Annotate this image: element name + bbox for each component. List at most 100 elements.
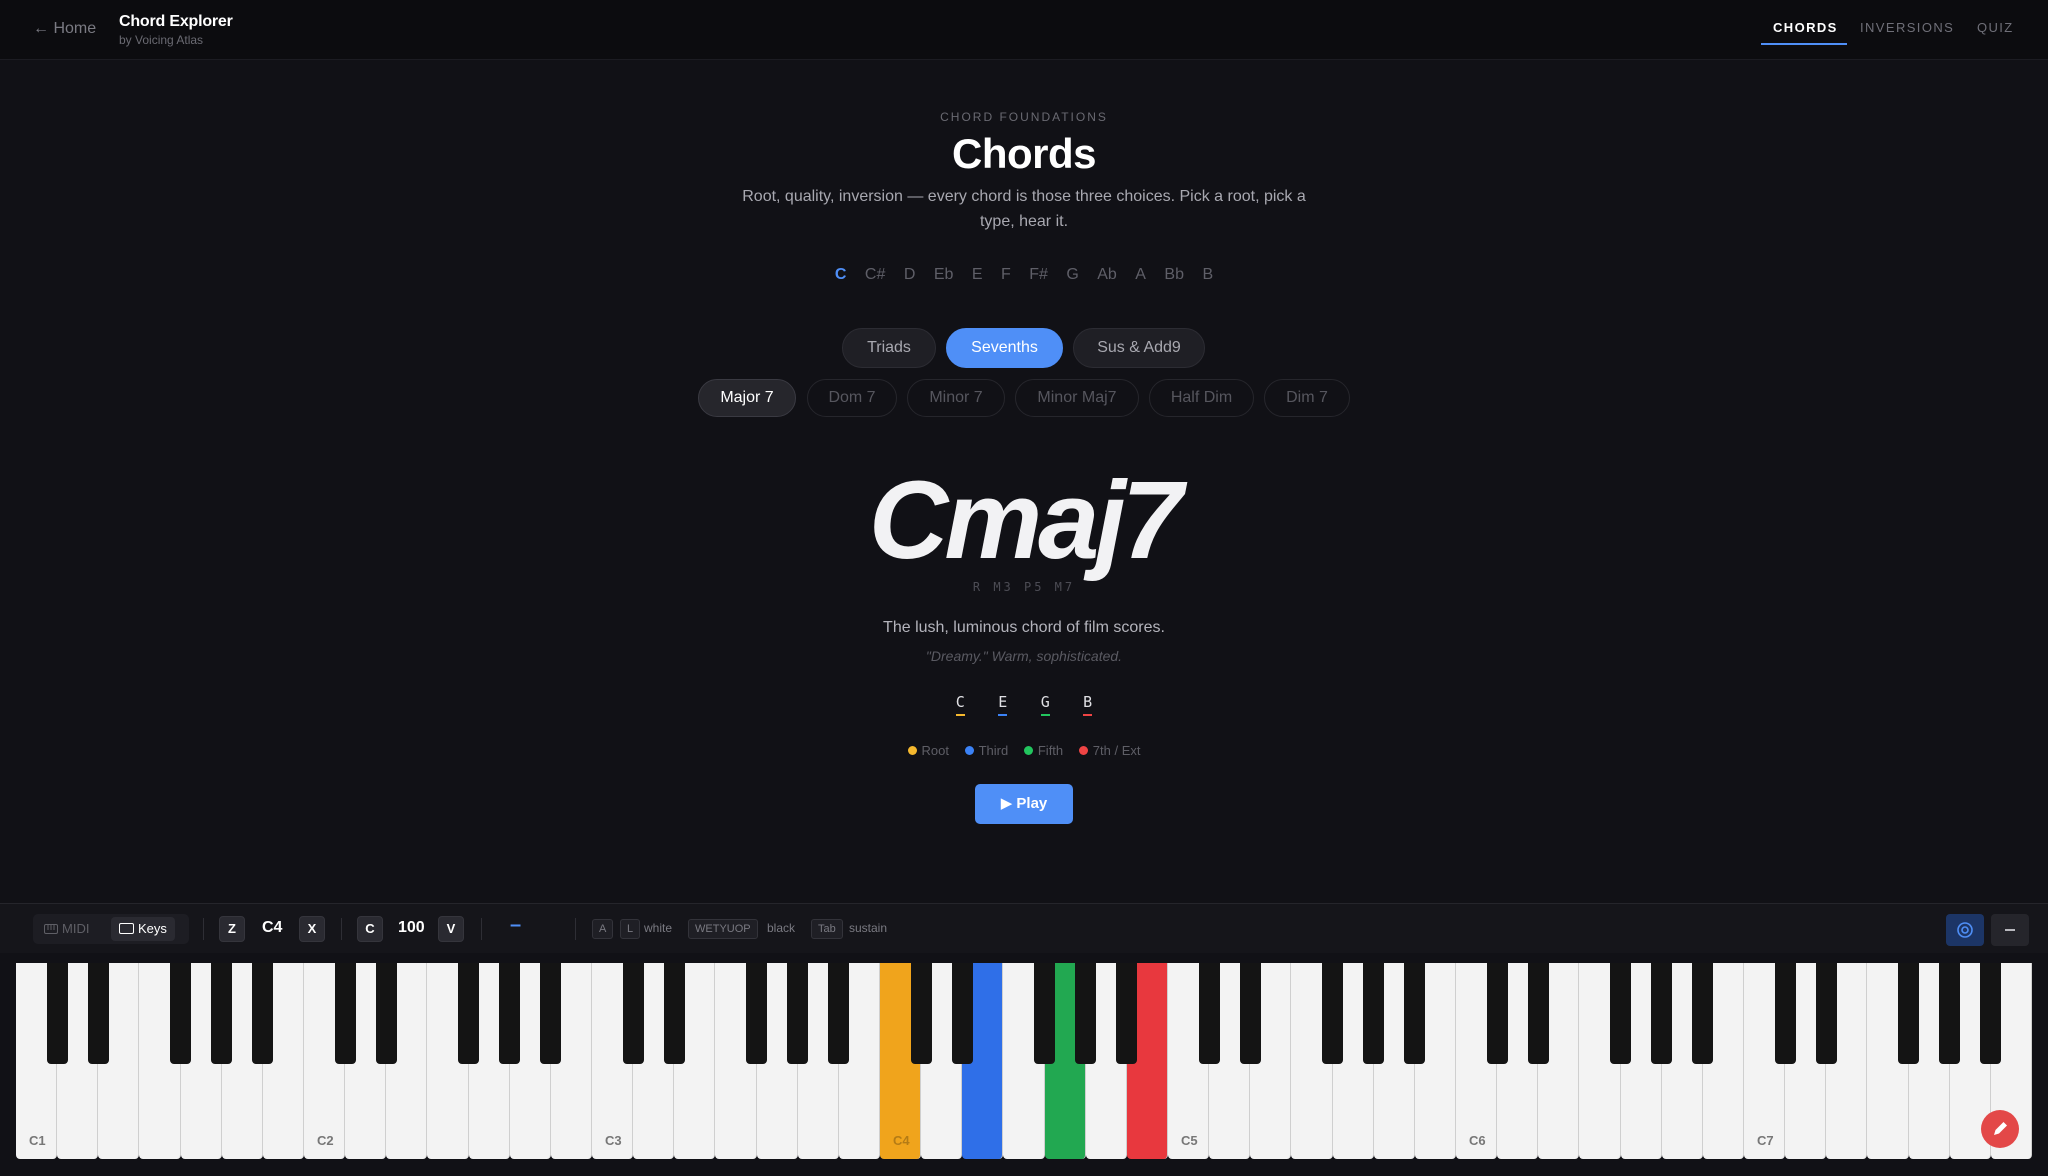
root-a[interactable]: A	[1135, 266, 1146, 284]
fifth-dot-icon	[1023, 746, 1033, 755]
root-b-flat[interactable]: Bb	[1164, 266, 1184, 284]
type-half-dim[interactable]: Half Dim	[1149, 379, 1254, 417]
black-key-c-sharp4[interactable]	[910, 963, 932, 1064]
type-minor-maj7[interactable]: Minor Maj7	[1015, 379, 1139, 417]
black-key-a-sharp3[interactable]	[828, 963, 850, 1064]
black-key-g-sharp1[interactable]	[211, 963, 233, 1064]
tab-quiz[interactable]: QUIZ	[1977, 20, 2014, 35]
root-b[interactable]: B	[1202, 266, 1213, 284]
category-sus-add9[interactable]: Sus & Add9	[1073, 328, 1205, 368]
note-ext: B	[1069, 693, 1107, 716]
black-key-f-sharp6[interactable]	[1610, 963, 1632, 1064]
black-key-a-sharp7[interactable]	[1980, 963, 2002, 1064]
octave-up-button[interactable]: X	[299, 916, 325, 942]
black-key-d-sharp5[interactable]	[1239, 963, 1261, 1064]
black-key-f-sharp5[interactable]	[1322, 963, 1344, 1064]
type-minor-7[interactable]: Minor 7	[907, 379, 1005, 417]
black-key-f-sharp3[interactable]	[746, 963, 768, 1064]
hint-white-label: white	[644, 921, 673, 935]
root-e-flat[interactable]: Eb	[934, 266, 954, 284]
root-f-sharp[interactable]: F#	[1029, 266, 1048, 284]
black-key-g-sharp4[interactable]	[1075, 963, 1097, 1064]
black-key-c-sharp2[interactable]	[334, 963, 356, 1064]
black-key-d-sharp2[interactable]	[375, 963, 397, 1064]
root-selector: C C# D Eb E F F# G Ab A Bb B	[0, 266, 2048, 284]
black-key-d-sharp3[interactable]	[663, 963, 685, 1064]
black-key-g-sharp6[interactable]	[1651, 963, 1673, 1064]
root-g[interactable]: G	[1066, 266, 1078, 284]
category-triads[interactable]: Triads	[842, 328, 936, 368]
record-button[interactable]	[1981, 1110, 2019, 1148]
sustain-indicator[interactable]: –	[510, 914, 521, 937]
black-key-a-sharp6[interactable]	[1692, 963, 1714, 1064]
target-button[interactable]	[1946, 914, 1984, 946]
keys-mode-button[interactable]: Keys	[111, 917, 175, 941]
black-key-g-sharp5[interactable]	[1363, 963, 1385, 1064]
root-f[interactable]: F	[1001, 266, 1011, 284]
category-sevenths[interactable]: Sevenths	[946, 328, 1063, 368]
chord-description: The lush, luminous chord of film scores.	[883, 619, 1165, 636]
minimize-button[interactable]	[1991, 914, 2029, 946]
velocity-down-button[interactable]: C	[357, 916, 383, 942]
black-key-c-sharp1[interactable]	[46, 963, 68, 1064]
black-key-g-sharp7[interactable]	[1939, 963, 1961, 1064]
black-key-f-sharp4[interactable]	[1034, 963, 1056, 1064]
minus-icon	[2005, 929, 2015, 931]
black-key-f-sharp1[interactable]	[170, 963, 192, 1064]
role-legend: Root Third Fifth 7th / Ext	[0, 743, 2048, 758]
toolbar-divider	[575, 918, 576, 940]
black-key-f-sharp7[interactable]	[1898, 963, 1920, 1064]
type-dom-7[interactable]: Dom 7	[807, 379, 897, 417]
midi-mode-button[interactable]: MIDI	[36, 917, 97, 941]
black-key-c-sharp7[interactable]	[1774, 963, 1796, 1064]
black-key-d-sharp7[interactable]	[1815, 963, 1837, 1064]
black-key-a-sharp1[interactable]	[252, 963, 274, 1064]
home-link[interactable]: ← Home	[33, 20, 96, 38]
toolbar-divider	[203, 918, 204, 940]
black-key-g-sharp3[interactable]	[787, 963, 809, 1064]
root-c[interactable]: C	[835, 266, 847, 284]
octave-down-button[interactable]: Z	[219, 916, 245, 942]
black-key-c-sharp3[interactable]	[622, 963, 644, 1064]
note-fifth: G	[1026, 693, 1064, 716]
root-c-sharp[interactable]: C#	[865, 266, 885, 284]
black-key-d-sharp1[interactable]	[87, 963, 109, 1064]
chord-name: Cmaj7	[868, 459, 1183, 582]
black-key-a-sharp2[interactable]	[540, 963, 562, 1064]
root-a-flat[interactable]: Ab	[1097, 266, 1117, 284]
black-key-a-sharp5[interactable]	[1404, 963, 1426, 1064]
third-dot-icon	[964, 746, 974, 755]
active-tab-indicator	[1761, 43, 1847, 45]
type-major-7[interactable]: Major 7	[698, 379, 796, 417]
root-e[interactable]: E	[972, 266, 983, 284]
play-button[interactable]: ▶ Play	[975, 784, 1073, 824]
black-key-a-sharp4[interactable]	[1116, 963, 1138, 1064]
legend-third: Third	[964, 743, 1008, 758]
hint-sustain-label: sustain	[849, 921, 888, 935]
octave-value: C4	[262, 919, 283, 936]
page-subtitle: Root, quality, inversion — every chord i…	[742, 188, 1306, 230]
velocity-up-button[interactable]: V	[438, 916, 464, 942]
root-dot-icon	[907, 746, 917, 755]
note-root: C	[941, 693, 979, 716]
piano-keyboard: C1 C2 C3 C4 C5 C6 C7	[16, 963, 2032, 1159]
tab-inversions[interactable]: INVERSIONS	[1860, 20, 1954, 35]
black-key-g-sharp2[interactable]	[499, 963, 521, 1064]
black-key-c-sharp5[interactable]	[1198, 963, 1220, 1064]
octave-label: C6	[1469, 1133, 1486, 1148]
hint-key-a: A	[592, 919, 614, 939]
target-icon	[1957, 922, 1973, 938]
legend-root: Root	[907, 743, 949, 758]
velocity-value: 100	[398, 919, 425, 936]
chord-quote: "Dreamy." Warm, sophisticated.	[925, 648, 1123, 664]
black-key-f-sharp2[interactable]	[458, 963, 480, 1064]
hint-black-label: black	[767, 921, 796, 935]
black-key-c-sharp6[interactable]	[1486, 963, 1508, 1064]
type-dim-7[interactable]: Dim 7	[1264, 379, 1350, 417]
black-key-d-sharp4[interactable]	[951, 963, 973, 1064]
hint-key-black: WETYUOP	[688, 919, 758, 939]
black-key-d-sharp6[interactable]	[1527, 963, 1549, 1064]
tab-chords[interactable]: CHORDS	[1773, 20, 1838, 35]
octave-label: C4	[893, 1133, 910, 1148]
root-d[interactable]: D	[904, 266, 916, 284]
